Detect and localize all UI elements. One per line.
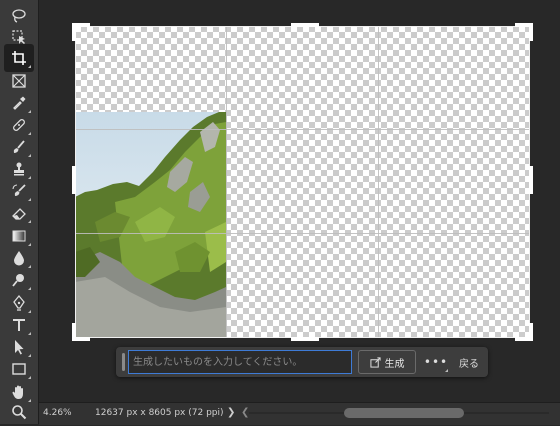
object-selection-icon bbox=[12, 30, 25, 44]
crop-handle-top-right-v[interactable] bbox=[529, 23, 533, 41]
crop-handle-top[interactable] bbox=[291, 23, 319, 27]
crop-icon bbox=[12, 51, 26, 65]
crop-handle-bottom-right-v[interactable] bbox=[529, 323, 533, 341]
blur-icon bbox=[14, 251, 24, 266]
generative-fill-prompt-input[interactable] bbox=[128, 350, 352, 374]
frame-icon bbox=[12, 74, 26, 88]
zoom-icon bbox=[12, 405, 27, 420]
gradient-icon bbox=[12, 230, 26, 242]
generate-button-label: 生成 bbox=[384, 358, 405, 370]
drag-grip-icon[interactable] bbox=[122, 353, 125, 371]
type-icon bbox=[13, 319, 25, 331]
back-button-label: 戻る bbox=[459, 358, 479, 370]
eraser-icon bbox=[12, 208, 26, 220]
crop-handle-bottom[interactable] bbox=[291, 337, 319, 341]
document-size: 12637 px x 8605 px (72 ppi) bbox=[95, 408, 224, 418]
healing-brush-icon bbox=[13, 119, 25, 131]
dodge-icon bbox=[12, 274, 24, 287]
horizontal-scrollbar-thumb[interactable] bbox=[344, 408, 464, 418]
crop-frame[interactable] bbox=[75, 26, 530, 338]
generate-button[interactable]: 生成 bbox=[358, 350, 416, 374]
crop-handle-bottom-left-v[interactable] bbox=[72, 323, 76, 341]
crop-handle-left[interactable] bbox=[72, 166, 76, 194]
brush-icon bbox=[13, 140, 25, 153]
back-button[interactable]: 戻る bbox=[454, 350, 484, 374]
rectangle-icon bbox=[12, 363, 26, 375]
clone-stamp-icon bbox=[14, 162, 24, 176]
path-selection-icon bbox=[15, 340, 24, 355]
zoom-tool[interactable] bbox=[4, 398, 34, 426]
crop-handle-right[interactable] bbox=[529, 166, 533, 194]
eyedropper-icon bbox=[13, 96, 26, 110]
pen-icon bbox=[13, 295, 25, 311]
status-menu-arrow-icon[interactable]: ❯ bbox=[227, 407, 235, 418]
generate-icon bbox=[369, 356, 381, 368]
lasso-icon bbox=[12, 9, 26, 23]
crop-handle-top-left-v[interactable] bbox=[72, 23, 76, 41]
contextual-task-bar: 生成 ••• 戻る bbox=[116, 347, 488, 377]
more-options-button[interactable]: ••• bbox=[424, 350, 448, 374]
history-brush-icon bbox=[12, 184, 26, 196]
more-options-label: ••• bbox=[423, 355, 449, 369]
status-bar: 4.26% 12637 px x 8605 px (72 ppi) ❯ ❮ bbox=[39, 402, 560, 425]
zoom-level[interactable]: 4.26% bbox=[43, 408, 72, 418]
tools-panel bbox=[0, 0, 39, 424]
